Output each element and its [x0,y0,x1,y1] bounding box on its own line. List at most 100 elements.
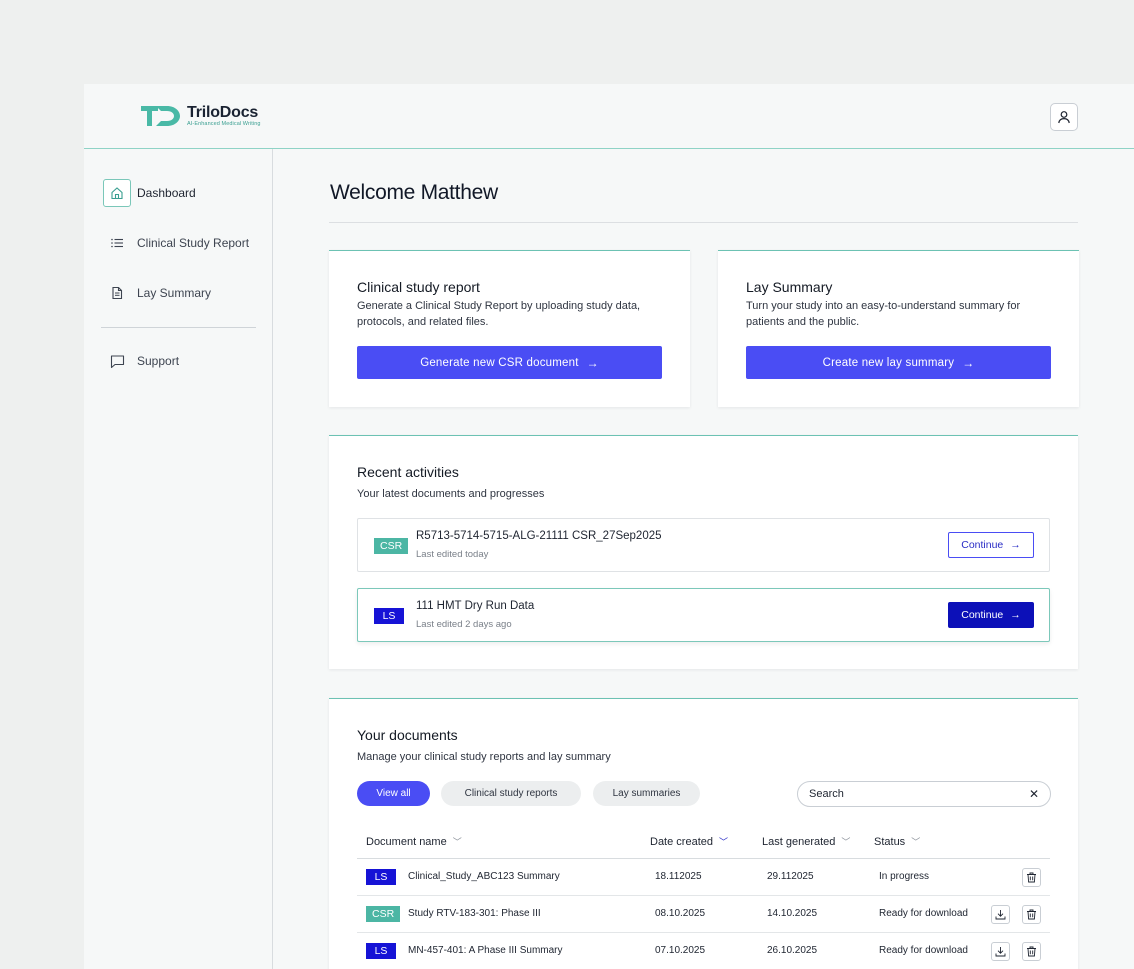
continue-button[interactable]: Continue → [948,532,1034,558]
sidebar-item-label: Lay Summary [137,286,212,300]
document-name: Study RTV-183-301: Phase III [408,908,541,919]
trilodocs-logo-icon [141,106,180,126]
brand-tagline: AI-Enhanced Medical Writing [187,121,261,127]
page-title: Welcome Matthew [330,181,498,204]
generate-csr-button[interactable]: Generate new CSR document → [357,346,662,379]
ls-badge: LS [374,608,404,624]
lay-summary-card: Lay Summary Turn your study into an easy… [718,250,1079,407]
sidebar-item-support[interactable]: Support [103,347,179,375]
arrow-right-icon: → [586,355,599,370]
document-name: MN-457-401: A Phase III Summary [408,945,563,956]
column-header-status[interactable]: Status ﹀ [874,835,920,848]
continue-button-label: Continue [961,539,1004,551]
chevron-down-icon: ﹀ [911,837,921,847]
table-row[interactable]: CSR Study RTV-183-301: Phase III 08.10.2… [357,896,1050,933]
sidebar-item-label: Clinical Study Report [137,236,250,250]
activity-item[interactable]: CSR R5713-5714-5715-ALG-21111 CSR_27Sep2… [357,518,1050,572]
last-generated: 26.10.2025 [767,945,818,956]
status-text: Ready for download [879,945,968,956]
column-header-last-generated[interactable]: Last generated ﹀ [762,835,850,848]
filter-lay-summaries[interactable]: Lay summaries [593,781,700,806]
lay-card-description-line2: patients and the public. [746,316,860,328]
continue-button[interactable]: Continue → [948,602,1034,628]
delete-button[interactable] [1022,942,1041,961]
sidebar-item-lay-summary[interactable]: Lay Summary [103,279,211,307]
filter-view-all[interactable]: View all [357,781,430,806]
top-header: TriloDocs AI-Enhanced Medical Writing [84,84,1134,149]
chevron-down-icon: ﹀ [452,837,462,847]
column-header-label: Date created [650,835,713,848]
status-text: Ready for download [879,908,968,919]
csr-badge: CSR [374,538,409,554]
user-profile-button[interactable] [1050,103,1078,131]
download-button[interactable] [991,905,1010,924]
create-lay-summary-button[interactable]: Create new lay summary → [746,346,1051,379]
download-button[interactable] [991,942,1010,961]
continue-button-label: Continue [961,609,1004,621]
arrow-right-icon: → [962,355,975,370]
filter-clinical-study-reports[interactable]: Clinical study reports [441,781,581,806]
delete-button[interactable] [1022,868,1041,887]
activity-subtitle: Last edited today [416,549,489,560]
brand-name: TriloDocs [187,104,259,121]
sidebar-item-clinical-study-report[interactable]: Clinical Study Report [103,229,249,257]
documents-title: Your documents [357,727,458,743]
main-content: Welcome Matthew Clinical study report Ge… [273,149,1134,969]
ls-badge: LS [366,943,396,959]
recent-activities-card: Recent activities Your latest documents … [329,435,1078,669]
trash-icon [1027,946,1036,957]
lay-card-title: Lay Summary [746,279,833,295]
column-header-label: Last generated [762,835,836,848]
sidebar-item-label: Support [137,354,180,368]
date-created: 18.112025 [655,871,702,882]
table-row[interactable]: LS MN-457-401: A Phase III Summary 07.10… [357,933,1050,969]
column-header-label: Document name [366,835,447,848]
documents-card: Your documents Manage your clinical stud… [329,698,1078,969]
home-icon [103,179,131,207]
activity-subtitle: Last edited 2 days ago [416,619,512,630]
date-created: 08.10.2025 [655,908,706,919]
brand-logo[interactable]: TriloDocs AI-Enhanced Medical Writing [139,103,261,129]
arrow-right-icon: → [1010,609,1021,621]
download-icon [995,947,1006,957]
activity-item[interactable]: LS 111 HMT Dry Run Data Last edited 2 da… [357,588,1050,642]
csr-badge: CSR [366,906,401,922]
sidebar-item-label: Dashboard [137,186,196,200]
trash-icon [1027,909,1036,920]
column-header-document-name[interactable]: Document name ﹀ [366,835,462,848]
chat-icon [103,347,131,375]
document-name: Clinical_Study_ABC123 Summary [408,871,560,882]
arrow-right-icon: → [1010,539,1021,551]
sidebar: Dashboard Clinical Study Report Lay Summ… [84,149,273,969]
last-generated: 29.112025 [767,871,814,882]
last-generated: 14.10.2025 [767,908,818,919]
download-icon [995,910,1006,920]
date-created: 07.10.2025 [655,945,706,956]
documents-subtitle: Manage your clinical study reports and l… [357,751,611,763]
trash-icon [1027,872,1036,883]
csr-card-description-line1: Generate a Clinical Study Report by uplo… [357,300,641,312]
column-header-label: Status [874,835,906,848]
search-box: ✕ [797,781,1051,807]
csr-card-description-line2: protocols, and related files. [357,316,489,328]
activity-title: R5713-5714-5715-ALG-21111 CSR_27Sep2025 [416,530,662,542]
sidebar-divider [101,327,256,328]
chevron-down-icon: ﹀ [841,837,851,847]
activity-title: 111 HMT Dry Run Data [416,600,535,612]
column-header-date-created[interactable]: Date created ﹀ [650,835,728,848]
clear-icon[interactable]: ✕ [1029,787,1039,801]
chevron-down-icon: ﹀ [718,837,728,847]
delete-button[interactable] [1022,905,1041,924]
document-icon [103,279,131,307]
lay-card-description-line1: Turn your study into an easy-to-understa… [746,300,1021,312]
create-lay-summary-button-label: Create new lay summary [822,356,955,369]
app-window: TriloDocs AI-Enhanced Medical Writing Da… [84,84,1134,969]
title-divider [329,222,1078,223]
table-row[interactable]: LS Clinical_Study_ABC123 Summary 18.1120… [357,859,1050,896]
user-icon [1058,111,1070,124]
csr-card-title: Clinical study report [357,279,480,295]
search-input[interactable] [809,788,1029,800]
sidebar-item-dashboard[interactable]: Dashboard [103,179,196,207]
status-text: In progress [879,871,930,882]
recent-activities-subtitle: Your latest documents and progresses [357,488,545,500]
